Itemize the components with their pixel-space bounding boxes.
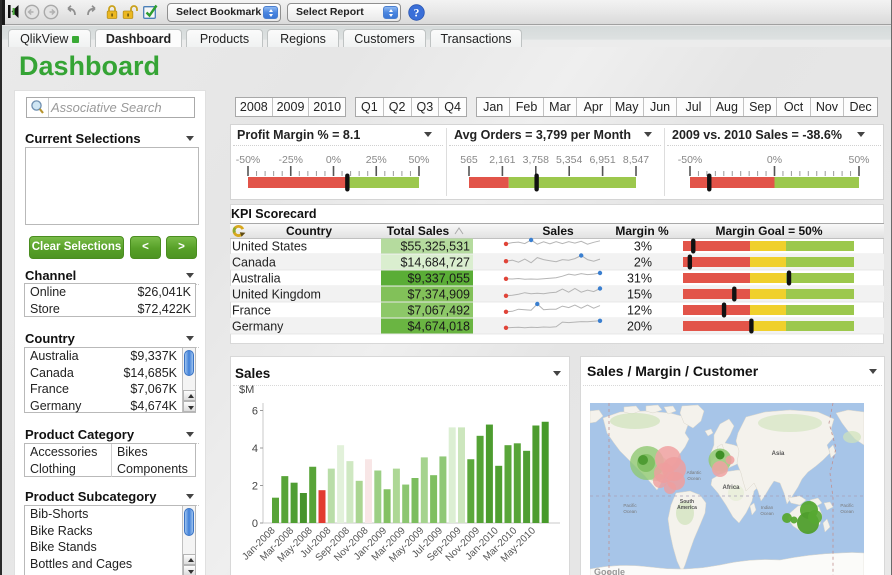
svg-text:$9,337,055: $9,337,055 xyxy=(407,272,470,286)
svg-text:Google: Google xyxy=(594,567,625,575)
svg-text:6: 6 xyxy=(252,406,258,418)
svg-text:$7,067,492: $7,067,492 xyxy=(407,304,470,318)
svg-text:3%: 3% xyxy=(634,240,652,254)
svg-text:United Kingdom: United Kingdom xyxy=(232,288,321,302)
svg-text:Canada: Canada xyxy=(232,256,276,270)
svg-text:20%: 20% xyxy=(627,320,652,334)
svg-text:$55,325,531: $55,325,531 xyxy=(400,240,470,254)
svg-text:3,758: 3,758 xyxy=(523,154,549,166)
svg-text:United States: United States xyxy=(232,240,307,254)
svg-text:Atlantic: Atlantic xyxy=(687,470,703,475)
svg-text:America: America xyxy=(677,505,697,511)
svg-text:Pacific: Pacific xyxy=(840,503,854,508)
svg-text:31%: 31% xyxy=(627,272,652,286)
svg-text:-25%: -25% xyxy=(278,154,303,166)
svg-text:?: ? xyxy=(414,7,420,19)
svg-text:Sales: Sales xyxy=(542,224,574,238)
svg-text:-50%: -50% xyxy=(678,154,703,166)
svg-text:565: 565 xyxy=(460,154,478,166)
svg-text:Ocean: Ocean xyxy=(687,476,701,481)
svg-text:0%: 0% xyxy=(326,154,341,166)
svg-text:Country: Country xyxy=(286,224,332,238)
svg-text:Total Sales: Total Sales xyxy=(387,224,450,238)
svg-text:Ocean: Ocean xyxy=(840,509,854,514)
svg-text:-50%: -50% xyxy=(236,154,261,166)
svg-text:Asia: Asia xyxy=(772,451,785,457)
svg-text:0%: 0% xyxy=(767,154,782,166)
svg-text:Germany: Germany xyxy=(232,320,284,334)
svg-text:Pacific: Pacific xyxy=(623,503,637,508)
svg-text:Africa: Africa xyxy=(722,485,740,491)
svg-text:Australia: Australia xyxy=(232,272,281,286)
svg-text:6,951: 6,951 xyxy=(589,154,615,166)
svg-text:0: 0 xyxy=(252,518,258,530)
svg-text:Margin %: Margin % xyxy=(615,224,669,238)
svg-text:Ocean: Ocean xyxy=(623,509,637,514)
svg-text:50%: 50% xyxy=(848,154,869,166)
svg-text:2,161: 2,161 xyxy=(489,154,515,166)
svg-text:8,547: 8,547 xyxy=(623,154,649,166)
svg-text:15%: 15% xyxy=(627,288,652,302)
svg-text:2%: 2% xyxy=(634,256,652,270)
svg-text:12%: 12% xyxy=(627,304,652,318)
svg-text:25%: 25% xyxy=(366,154,387,166)
svg-text:Margin Goal = 50%: Margin Goal = 50% xyxy=(715,224,822,238)
svg-text:Indian: Indian xyxy=(761,505,774,510)
svg-text:5,354: 5,354 xyxy=(556,154,582,166)
svg-text:$14,684,727: $14,684,727 xyxy=(400,256,470,270)
svg-text:France: France xyxy=(232,304,271,318)
svg-text:Ocean: Ocean xyxy=(760,511,774,516)
svg-text:50%: 50% xyxy=(408,154,429,166)
svg-text:4: 4 xyxy=(252,443,258,455)
svg-text:$4,674,018: $4,674,018 xyxy=(407,320,470,334)
svg-text:2: 2 xyxy=(252,481,258,493)
svg-text:$7,374,909: $7,374,909 xyxy=(407,288,470,302)
